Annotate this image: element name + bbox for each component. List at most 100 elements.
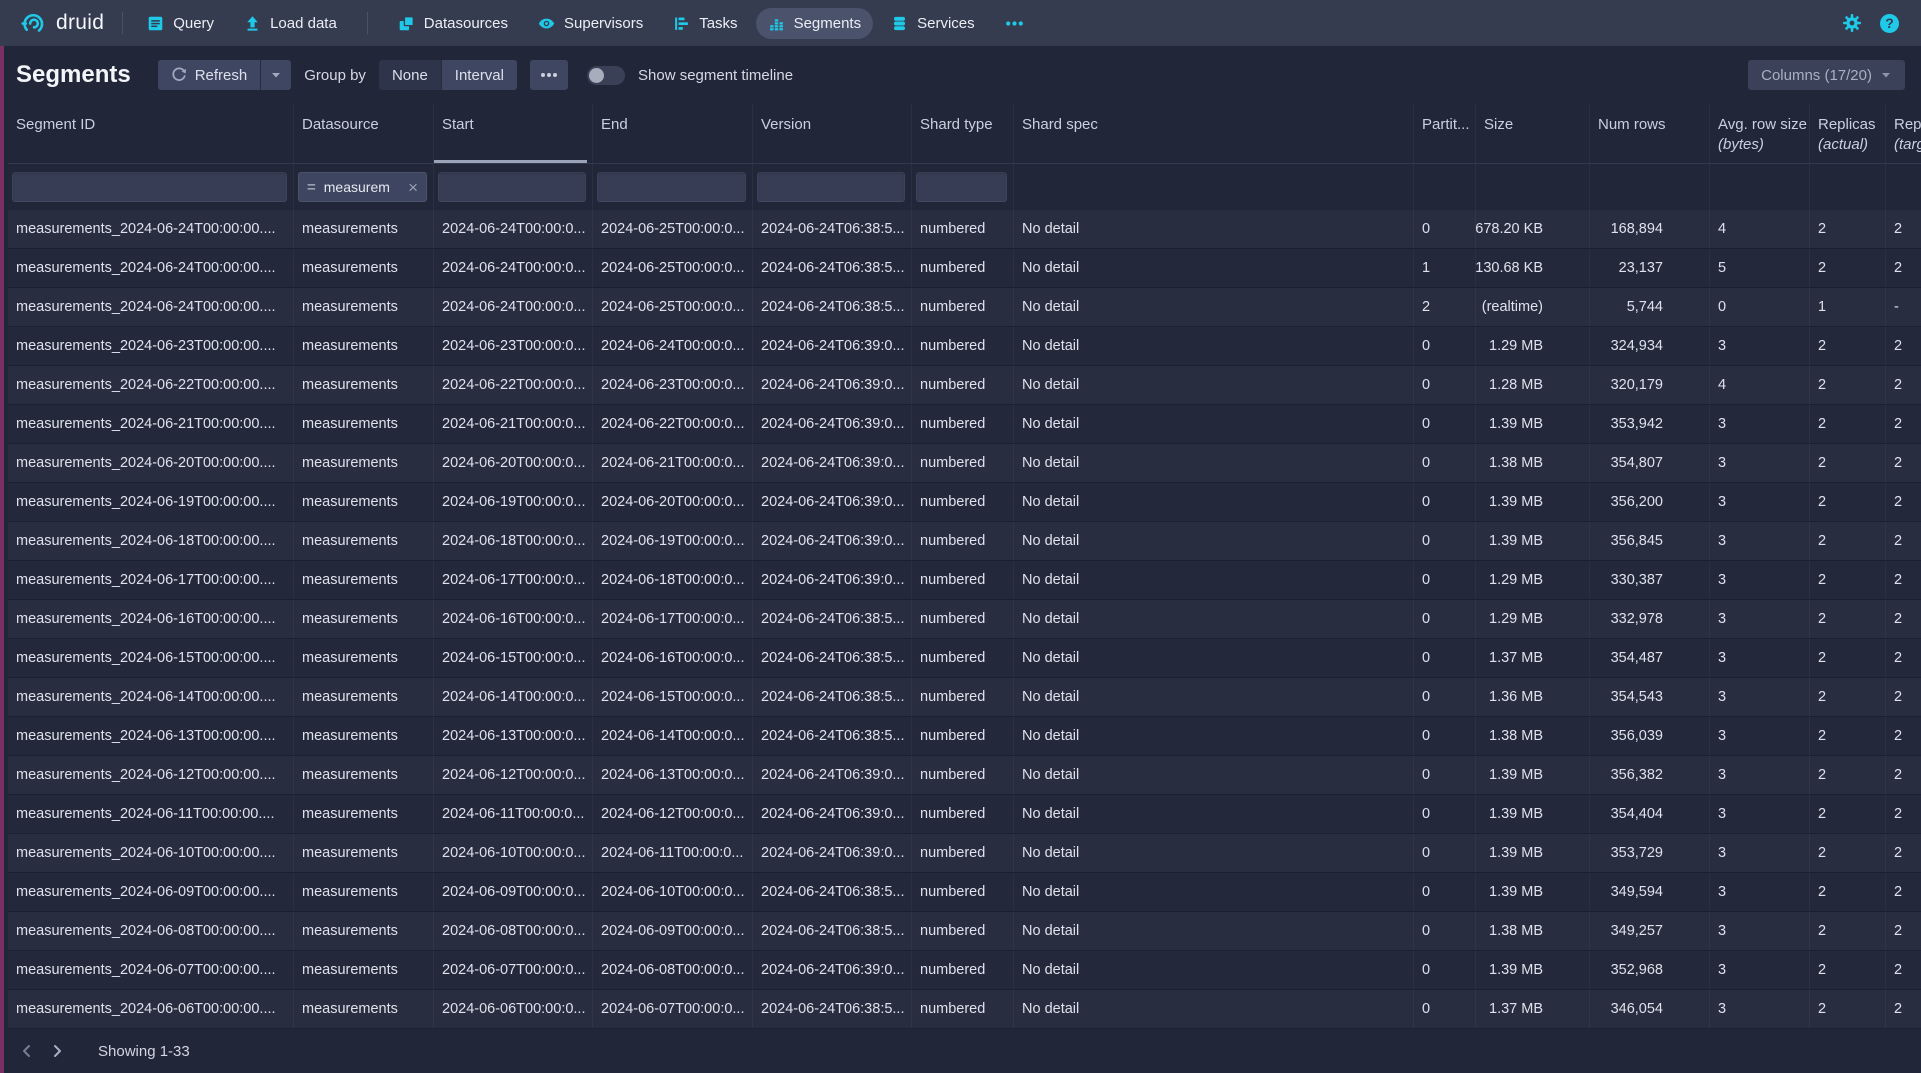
cell-start: 2024-06-21T00:00:0... xyxy=(434,405,593,443)
cell-segment_id[interactable]: measurements_2024-06-21T00:00:00.... xyxy=(8,405,294,443)
cell-start: 2024-06-19T00:00:0... xyxy=(434,483,593,521)
druid-logo-icon xyxy=(20,10,47,37)
column-header-segment_id[interactable]: Segment ID xyxy=(8,104,294,163)
cell-datasource: measurements xyxy=(294,288,434,326)
cell-replication_factor: 2 xyxy=(1886,561,1921,599)
top-nav: druid Query Load data xyxy=(0,0,1921,46)
cell-segment_id[interactable]: measurements_2024-06-12T00:00:00.... xyxy=(8,756,294,794)
filter-input-end[interactable] xyxy=(597,172,746,202)
refresh-label: Refresh xyxy=(195,67,248,84)
columns-button[interactable]: Columns (17/20) xyxy=(1748,60,1905,90)
cell-segment_id[interactable]: measurements_2024-06-08T00:00:00.... xyxy=(8,912,294,950)
nav-item-services[interactable]: Services xyxy=(879,8,987,39)
filter-input-shard_type[interactable] xyxy=(916,172,1007,202)
tasks-icon xyxy=(673,15,690,32)
cell-version: 2024-06-24T06:39:0... xyxy=(753,756,912,794)
nav-item-query[interactable]: Query xyxy=(135,8,226,39)
column-header-partition[interactable]: Partit... xyxy=(1414,104,1476,163)
cell-num_rows: 354,487 xyxy=(1590,639,1710,677)
column-header-shard_type[interactable]: Shard type xyxy=(912,104,1014,163)
eye-icon xyxy=(538,15,555,32)
cell-shard_type: numbered xyxy=(912,795,1014,833)
filter-chip-datasource[interactable]: =measurem× xyxy=(298,172,427,202)
cell-end: 2024-06-24T00:00:0... xyxy=(593,327,753,365)
filter-input-start[interactable] xyxy=(438,172,586,202)
cell-shard_spec: No detail xyxy=(1014,912,1414,950)
pagination-status: Showing 1-33 xyxy=(98,1043,190,1060)
cell-segment_id[interactable]: measurements_2024-06-19T00:00:00.... xyxy=(8,483,294,521)
refresh-button[interactable]: Refresh xyxy=(158,60,261,90)
nav-more-button[interactable] xyxy=(993,13,1036,34)
columns-label: Columns (17/20) xyxy=(1761,67,1872,84)
group-by-interval-button[interactable]: Interval xyxy=(442,60,517,90)
filter-input-segment_id[interactable] xyxy=(12,172,287,202)
nav-item-load-data[interactable]: Load data xyxy=(232,8,349,39)
cell-segment_id[interactable]: measurements_2024-06-14T00:00:00.... xyxy=(8,678,294,716)
gear-icon[interactable] xyxy=(1842,13,1862,33)
segment-timeline-toggle[interactable] xyxy=(587,66,625,85)
filter-cell-segment_id xyxy=(8,164,294,210)
cell-num_rows: 354,807 xyxy=(1590,444,1710,482)
cell-version: 2024-06-24T06:38:5... xyxy=(753,210,912,248)
cell-size: 1.29 MB xyxy=(1476,327,1590,365)
cell-replication_factor: 2 xyxy=(1886,249,1921,287)
nav-item-segments[interactable]: Segments xyxy=(756,8,874,39)
column-header-start[interactable]: Start xyxy=(434,104,593,163)
help-icon[interactable]: ? xyxy=(1880,14,1899,33)
cell-num_rows: 23,137 xyxy=(1590,249,1710,287)
cell-segment_id[interactable]: measurements_2024-06-09T00:00:00.... xyxy=(8,873,294,911)
column-header-replication_factor[interactable]: Replication factor(target) xyxy=(1886,104,1921,163)
column-header-version[interactable]: Version xyxy=(753,104,912,163)
cell-segment_id[interactable]: measurements_2024-06-13T00:00:00.... xyxy=(8,717,294,755)
column-header-shard_spec[interactable]: Shard spec xyxy=(1014,104,1414,163)
column-header-avg_row_size[interactable]: Avg. row size(bytes) xyxy=(1710,104,1810,163)
cell-segment_id[interactable]: measurements_2024-06-10T00:00:00.... xyxy=(8,834,294,872)
cell-segment_id[interactable]: measurements_2024-06-23T00:00:00.... xyxy=(8,327,294,365)
column-header-end[interactable]: End xyxy=(593,104,753,163)
cell-end: 2024-06-22T00:00:0... xyxy=(593,405,753,443)
cell-segment_id[interactable]: measurements_2024-06-07T00:00:00.... xyxy=(8,951,294,989)
cell-segment_id[interactable]: measurements_2024-06-24T00:00:00.... xyxy=(8,210,294,248)
column-header-size[interactable]: Size xyxy=(1476,104,1590,163)
cell-segment_id[interactable]: measurements_2024-06-24T00:00:00.... xyxy=(8,288,294,326)
cell-segment_id[interactable]: measurements_2024-06-20T00:00:00.... xyxy=(8,444,294,482)
cell-shard_type: numbered xyxy=(912,717,1014,755)
cell-end: 2024-06-12T00:00:0... xyxy=(593,795,753,833)
cell-segment_id[interactable]: measurements_2024-06-11T00:00:00.... xyxy=(8,795,294,833)
cell-segment_id[interactable]: measurements_2024-06-24T00:00:00.... xyxy=(8,249,294,287)
cell-segment_id[interactable]: measurements_2024-06-17T00:00:00.... xyxy=(8,561,294,599)
cell-datasource: measurements xyxy=(294,483,434,521)
cell-datasource: measurements xyxy=(294,873,434,911)
nav-item-datasources[interactable]: Datasources xyxy=(386,8,520,39)
next-page-button[interactable] xyxy=(42,1036,72,1066)
refresh-dropdown-button[interactable] xyxy=(261,60,291,90)
cell-size: 1.36 MB xyxy=(1476,678,1590,716)
group-by-none-button[interactable]: None xyxy=(379,60,441,90)
cell-start: 2024-06-09T00:00:0... xyxy=(434,873,593,911)
cell-size: 1.39 MB xyxy=(1476,834,1590,872)
cell-avg_row_size: 3 xyxy=(1710,444,1810,482)
app-logo[interactable]: druid xyxy=(14,10,110,37)
cell-segment_id[interactable]: measurements_2024-06-22T00:00:00.... xyxy=(8,366,294,404)
column-header-datasource[interactable]: Datasource xyxy=(294,104,434,163)
toolbar-more-button[interactable] xyxy=(530,60,568,90)
nav-item-supervisors[interactable]: Supervisors xyxy=(526,8,655,39)
cell-segment_id[interactable]: measurements_2024-06-18T00:00:00.... xyxy=(8,522,294,560)
cell-num_rows: 330,387 xyxy=(1590,561,1710,599)
cell-version: 2024-06-24T06:38:5... xyxy=(753,639,912,677)
cell-segment_id[interactable]: measurements_2024-06-15T00:00:00.... xyxy=(8,639,294,677)
column-header-replicas[interactable]: Replicas(actual) xyxy=(1810,104,1886,163)
table-row: measurements_2024-06-21T00:00:00....meas… xyxy=(8,405,1921,444)
cell-segment_id[interactable]: measurements_2024-06-06T00:00:00.... xyxy=(8,990,294,1028)
cell-version: 2024-06-24T06:39:0... xyxy=(753,366,912,404)
remove-filter-icon[interactable]: × xyxy=(408,179,418,196)
prev-page-button[interactable] xyxy=(12,1036,42,1066)
column-header-num_rows[interactable]: Num rows xyxy=(1590,104,1710,163)
cell-segment_id[interactable]: measurements_2024-06-16T00:00:00.... xyxy=(8,600,294,638)
nav-item-tasks[interactable]: Tasks xyxy=(661,8,749,39)
cell-end: 2024-06-19T00:00:0... xyxy=(593,522,753,560)
filter-input-version[interactable] xyxy=(757,172,905,202)
filter-cell-start xyxy=(434,164,593,210)
cell-partition: 0 xyxy=(1414,483,1476,521)
cell-version: 2024-06-24T06:39:0... xyxy=(753,483,912,521)
